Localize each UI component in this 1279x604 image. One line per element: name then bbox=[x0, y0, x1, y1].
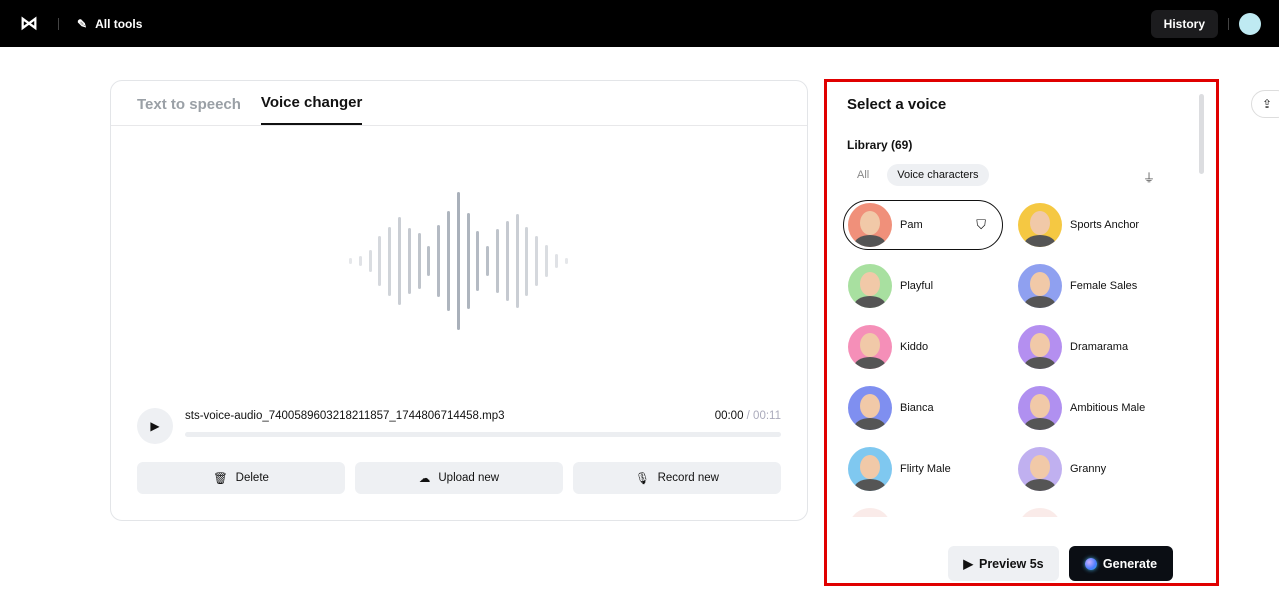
top-bar: ⋈ ✎ All tools History bbox=[0, 0, 1279, 47]
voice-avatar bbox=[848, 325, 892, 369]
trash-icon: 🗑 bbox=[213, 471, 228, 485]
voice-name: Playful bbox=[900, 280, 933, 292]
upload-sparkle-icon: ⇪ bbox=[1262, 97, 1272, 111]
microphone-icon: 🎙 bbox=[635, 471, 650, 485]
duration: / 00:11 bbox=[747, 410, 781, 422]
waveform-bar bbox=[565, 258, 568, 264]
waveform-bar bbox=[486, 246, 489, 276]
chip-voice-characters[interactable]: Voice characters bbox=[887, 164, 988, 186]
voice-name: Bianca bbox=[900, 402, 934, 414]
waveform-bar bbox=[496, 229, 499, 292]
scrollbar[interactable] bbox=[1199, 94, 1204, 174]
voice-name: Female Sales bbox=[1070, 280, 1137, 292]
play-icon: ▶ bbox=[963, 556, 973, 571]
preview-button[interactable]: ▶ Preview 5s bbox=[948, 546, 1059, 581]
tab-voice-changer[interactable]: Voice changer bbox=[261, 94, 362, 125]
magic-wand-icon: ✎ bbox=[77, 17, 87, 31]
voice-avatar bbox=[1018, 447, 1062, 491]
voice-item[interactable]: Granny bbox=[1013, 444, 1183, 494]
voice-item[interactable]: Dramarama bbox=[1013, 322, 1183, 372]
voice-name: Kiddo bbox=[900, 341, 928, 353]
voice-avatar bbox=[1018, 203, 1062, 247]
waveform-bar bbox=[359, 256, 362, 266]
waveform-bar bbox=[535, 236, 538, 286]
current-time: 00:00 bbox=[715, 410, 744, 422]
waveform-bar bbox=[388, 227, 391, 296]
time-display: 00:00 / 00:11 bbox=[715, 410, 781, 422]
waveform-bar bbox=[525, 227, 528, 296]
voice-name: Flirty Male bbox=[900, 463, 951, 475]
voice-item[interactable]: Sports Anchor bbox=[1013, 200, 1183, 250]
voice-item[interactable]: Ambitious Male bbox=[1013, 383, 1183, 433]
waveform-bar bbox=[555, 254, 558, 268]
record-label: Record new bbox=[658, 472, 719, 484]
cloud-upload-icon: ☁ bbox=[419, 471, 431, 485]
voice-name: Dramarama bbox=[1070, 341, 1128, 353]
generate-label: Generate bbox=[1103, 557, 1157, 571]
voice-item[interactable]: Female Sales bbox=[1013, 261, 1183, 311]
voice-item[interactable]: Flirty Male bbox=[843, 444, 1013, 494]
waveform-bar bbox=[427, 246, 430, 276]
voice-name: Sports Anchor bbox=[1070, 219, 1139, 231]
voice-name: Pam bbox=[900, 219, 923, 231]
upload-label: Upload new bbox=[438, 472, 499, 484]
voice-avatar bbox=[848, 386, 892, 430]
waveform-bar bbox=[378, 236, 381, 286]
history-button[interactable]: History bbox=[1151, 10, 1218, 38]
voice-item[interactable]: Bianca bbox=[843, 383, 1013, 433]
voice-avatar bbox=[1018, 264, 1062, 308]
select-voice-panel: Select a voice Library (69) All Voice ch… bbox=[824, 79, 1219, 586]
waveform-bar bbox=[418, 233, 421, 288]
waveform-bar bbox=[476, 231, 479, 292]
voice-avatar bbox=[848, 264, 892, 308]
delete-label: Delete bbox=[236, 472, 269, 484]
upload-new-button[interactable]: ☁ Upload new bbox=[355, 462, 563, 494]
play-button[interactable]: ▶ bbox=[137, 408, 173, 444]
side-upload-button[interactable]: ⇪ bbox=[1251, 90, 1279, 118]
capcut-logo-icon[interactable]: ⋈ bbox=[18, 16, 40, 32]
waveform-bar bbox=[447, 211, 450, 310]
generate-button[interactable]: Generate bbox=[1069, 546, 1173, 581]
all-tools-button[interactable]: ✎ All tools bbox=[77, 17, 142, 31]
waveform-bar bbox=[467, 213, 470, 310]
tab-text-to-speech[interactable]: Text to speech bbox=[137, 96, 241, 125]
waveform-bar bbox=[408, 228, 411, 294]
voice-item[interactable]: Pam ⛉ bbox=[843, 200, 1003, 250]
voice-item[interactable]: Kiddo bbox=[843, 322, 1013, 372]
chip-all[interactable]: All bbox=[847, 164, 879, 186]
audio-player: ▶ sts-voice-audio_7400589603218211857_17… bbox=[137, 408, 781, 444]
record-new-button[interactable]: 🎙 Record new bbox=[573, 462, 781, 494]
voice-avatar bbox=[848, 447, 892, 491]
bookmark-icon[interactable]: ⛉ bbox=[976, 217, 986, 233]
waveform-bar bbox=[516, 214, 519, 308]
library-heading: Library (69) bbox=[847, 138, 912, 152]
delete-button[interactable]: 🗑 Delete bbox=[137, 462, 345, 494]
filter-icon[interactable]: ⏚ bbox=[1143, 169, 1155, 186]
voice-grid: Pam ⛉ Sports Anchor Playful Female Sales Kidd… bbox=[843, 200, 1183, 555]
preview-label: Preview 5s bbox=[979, 557, 1044, 571]
play-icon: ▶ bbox=[150, 419, 159, 433]
divider bbox=[1228, 18, 1229, 30]
all-tools-label: All tools bbox=[95, 17, 142, 31]
voice-changer-card: Text to speech Voice changer ▶ sts-voice… bbox=[110, 80, 808, 521]
waveform-bar bbox=[457, 192, 460, 330]
waveform-bar bbox=[506, 221, 509, 301]
divider bbox=[58, 18, 59, 30]
waveform-bar bbox=[369, 250, 372, 272]
waveform-bar bbox=[349, 258, 352, 264]
voice-avatar bbox=[848, 203, 892, 247]
waveform-bar bbox=[398, 217, 401, 305]
voice-name: Granny bbox=[1070, 463, 1106, 475]
voice-name: Ambitious Male bbox=[1070, 402, 1145, 414]
waveform-bar bbox=[545, 245, 548, 277]
voice-avatar bbox=[1018, 386, 1062, 430]
waveform-bar bbox=[437, 225, 440, 297]
user-avatar[interactable] bbox=[1239, 13, 1261, 35]
voice-avatar bbox=[1018, 325, 1062, 369]
file-name: sts-voice-audio_7400589603218211857_1744… bbox=[185, 410, 505, 422]
orb-icon bbox=[1085, 558, 1097, 570]
panel-title: Select a voice bbox=[847, 96, 946, 113]
progress-bar[interactable] bbox=[185, 432, 781, 437]
voice-item[interactable]: Playful bbox=[843, 261, 1013, 311]
